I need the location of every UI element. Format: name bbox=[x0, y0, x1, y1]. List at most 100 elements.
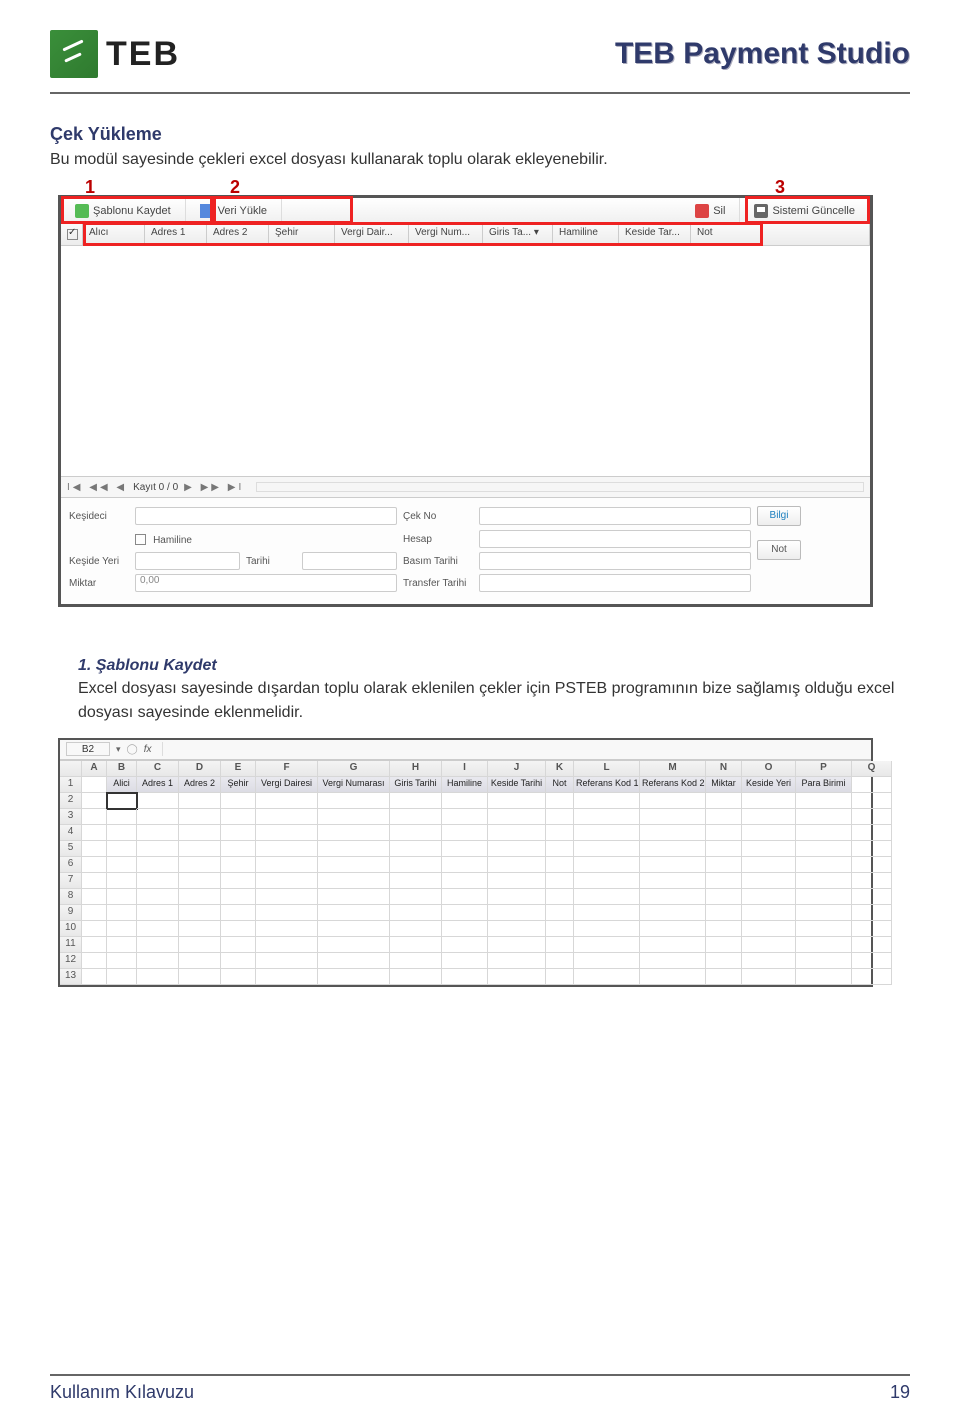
excel-row-8[interactable]: 8 bbox=[60, 889, 82, 905]
excel-cell[interactable] bbox=[318, 953, 390, 969]
excel-cell[interactable] bbox=[390, 841, 442, 857]
chk-hamiline[interactable] bbox=[135, 534, 146, 545]
excel-cell[interactable] bbox=[221, 809, 256, 825]
excel-header-cell[interactable]: Miktar bbox=[706, 777, 742, 793]
excel-cell[interactable] bbox=[137, 793, 179, 809]
excel-cell[interactable] bbox=[442, 937, 488, 953]
excel-cell[interactable] bbox=[256, 841, 318, 857]
excel-cell[interactable] bbox=[82, 889, 107, 905]
excel-cell[interactable] bbox=[107, 841, 137, 857]
excel-name-box[interactable]: B2 bbox=[66, 742, 110, 756]
excel-cell[interactable] bbox=[640, 921, 706, 937]
excel-cell[interactable] bbox=[852, 809, 892, 825]
excel-cell[interactable] bbox=[442, 841, 488, 857]
excel-cell[interactable] bbox=[442, 793, 488, 809]
input-transfer[interactable] bbox=[479, 574, 751, 592]
excel-cell[interactable] bbox=[137, 953, 179, 969]
excel-cell[interactable] bbox=[107, 889, 137, 905]
excel-col-J[interactable]: J bbox=[488, 761, 546, 777]
excel-cell[interactable] bbox=[82, 905, 107, 921]
excel-cell[interactable] bbox=[574, 793, 640, 809]
excel-cell-Q1[interactable] bbox=[852, 777, 892, 793]
excel-cell[interactable] bbox=[256, 857, 318, 873]
excel-cell[interactable] bbox=[82, 841, 107, 857]
excel-cell[interactable] bbox=[488, 953, 546, 969]
excel-cell[interactable] bbox=[179, 921, 221, 937]
excel-col-P[interactable]: P bbox=[796, 761, 852, 777]
excel-cell[interactable] bbox=[390, 873, 442, 889]
excel-col-F[interactable]: F bbox=[256, 761, 318, 777]
excel-cell[interactable] bbox=[107, 905, 137, 921]
excel-row-3[interactable]: 3 bbox=[60, 809, 82, 825]
excel-cell[interactable] bbox=[546, 889, 574, 905]
excel-cell[interactable] bbox=[742, 889, 796, 905]
excel-cell[interactable] bbox=[640, 873, 706, 889]
excel-cell[interactable] bbox=[574, 873, 640, 889]
excel-cell[interactable] bbox=[442, 857, 488, 873]
excel-cell[interactable] bbox=[82, 937, 107, 953]
excel-cell[interactable] bbox=[852, 857, 892, 873]
excel-cell[interactable] bbox=[742, 969, 796, 985]
excel-cell[interactable] bbox=[574, 841, 640, 857]
excel-cell[interactable] bbox=[574, 857, 640, 873]
excel-cell[interactable] bbox=[256, 905, 318, 921]
excel-cell[interactable] bbox=[318, 889, 390, 905]
excel-row-6[interactable]: 6 bbox=[60, 857, 82, 873]
excel-cell[interactable] bbox=[107, 937, 137, 953]
excel-cell[interactable] bbox=[488, 905, 546, 921]
excel-cell[interactable] bbox=[640, 953, 706, 969]
excel-cell[interactable] bbox=[137, 905, 179, 921]
excel-cell[interactable] bbox=[706, 969, 742, 985]
excel-cell[interactable] bbox=[574, 953, 640, 969]
excel-cell[interactable] bbox=[179, 857, 221, 873]
excel-row-2[interactable]: 2 bbox=[60, 793, 82, 809]
excel-cell[interactable] bbox=[221, 857, 256, 873]
excel-cell[interactable] bbox=[179, 969, 221, 985]
excel-cell[interactable] bbox=[546, 969, 574, 985]
pager-first[interactable]: I◀ ◀◀ ◀ bbox=[67, 482, 127, 493]
name-box-dropdown-icon[interactable]: ▾ bbox=[116, 744, 121, 755]
excel-cell[interactable] bbox=[137, 825, 179, 841]
excel-cell[interactable] bbox=[256, 953, 318, 969]
excel-cell[interactable] bbox=[488, 793, 546, 809]
excel-cell[interactable] bbox=[742, 857, 796, 873]
excel-cell[interactable] bbox=[852, 921, 892, 937]
excel-cell[interactable] bbox=[706, 937, 742, 953]
col-hamiline[interactable]: Hamiline bbox=[553, 224, 619, 245]
excel-cell[interactable] bbox=[742, 921, 796, 937]
excel-cell[interactable] bbox=[852, 953, 892, 969]
excel-col-O[interactable]: O bbox=[742, 761, 796, 777]
excel-cell[interactable] bbox=[318, 809, 390, 825]
col-alici[interactable]: Alıcı bbox=[83, 224, 145, 245]
excel-cell[interactable] bbox=[852, 889, 892, 905]
excel-cell[interactable] bbox=[256, 873, 318, 889]
excel-cell[interactable] bbox=[706, 905, 742, 921]
excel-cell[interactable] bbox=[488, 969, 546, 985]
excel-cell[interactable] bbox=[82, 793, 107, 809]
excel-col-M[interactable]: M bbox=[640, 761, 706, 777]
excel-col-B[interactable]: B bbox=[107, 761, 137, 777]
excel-cell[interactable] bbox=[574, 809, 640, 825]
excel-cell[interactable] bbox=[179, 825, 221, 841]
excel-cell[interactable] bbox=[107, 873, 137, 889]
excel-cell[interactable] bbox=[488, 841, 546, 857]
excel-col-E[interactable]: E bbox=[221, 761, 256, 777]
input-basim[interactable] bbox=[479, 552, 751, 570]
excel-cell[interactable] bbox=[390, 825, 442, 841]
excel-cell[interactable] bbox=[390, 905, 442, 921]
btn-sistemi-guncelle[interactable]: Sistemi Güncelle bbox=[740, 198, 870, 223]
col-keside-tarihi[interactable]: Keside Tar... bbox=[619, 224, 691, 245]
excel-cell[interactable] bbox=[107, 793, 137, 809]
excel-cell[interactable] bbox=[318, 969, 390, 985]
excel-row-1[interactable]: 1 bbox=[60, 777, 82, 793]
excel-cell[interactable] bbox=[706, 825, 742, 841]
excel-cell[interactable] bbox=[852, 969, 892, 985]
excel-cell[interactable] bbox=[390, 809, 442, 825]
input-kesideci[interactable] bbox=[135, 507, 397, 525]
excel-cell[interactable] bbox=[221, 873, 256, 889]
input-keside-yeri[interactable] bbox=[135, 552, 240, 570]
col-vergi-dairesi[interactable]: Vergi Dair... bbox=[335, 224, 409, 245]
excel-header-cell[interactable]: Vergi Numarası bbox=[318, 777, 390, 793]
excel-cell[interactable] bbox=[852, 937, 892, 953]
excel-cell[interactable] bbox=[442, 969, 488, 985]
